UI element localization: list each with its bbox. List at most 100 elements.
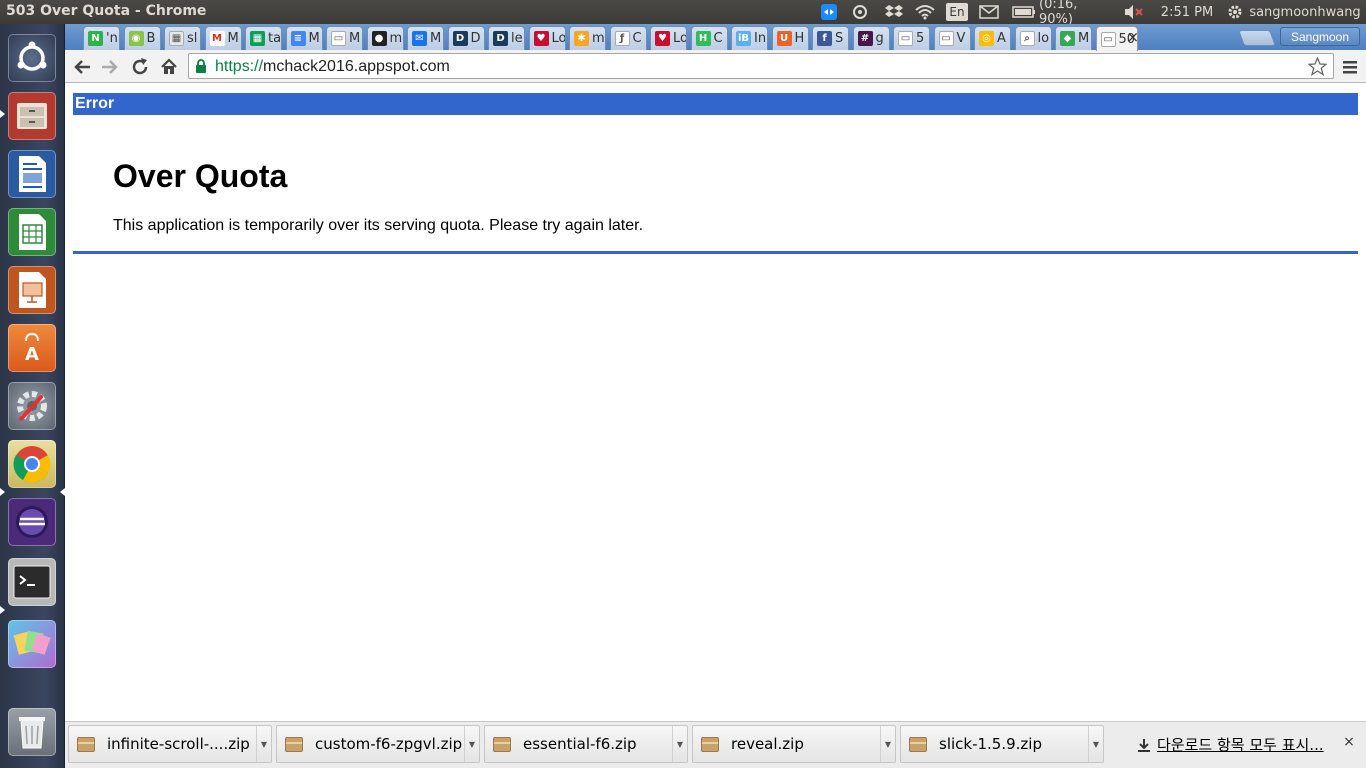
browser-tab[interactable]: ▭ M <box>326 26 363 50</box>
download-open-area[interactable]: slick-1.5.9.zip <box>901 726 1089 762</box>
reload-icon[interactable] <box>127 54 153 80</box>
clock[interactable]: 2:51 PM <box>1156 3 1218 21</box>
launcher-chrome-button[interactable] <box>6 438 58 490</box>
browser-tab[interactable]: ▭ V <box>933 26 971 50</box>
teamviewer-icon[interactable] <box>820 3 838 21</box>
browser-tab[interactable]: fS <box>812 26 849 50</box>
download-open-area[interactable]: reveal.zip <box>693 726 881 762</box>
browser-tab[interactable]: ✱ m <box>569 26 606 50</box>
forward-arrow-icon[interactable] <box>97 54 123 80</box>
browser-tab[interactable]: ▭ 5 <box>893 26 930 50</box>
download-menu-chevron-icon[interactable]: ▼ <box>672 726 687 762</box>
browser-tab[interactable]: ▦ sl <box>164 26 201 50</box>
url-text[interactable]: https://mchack2016.appspot.com <box>215 58 450 76</box>
tab-favicon-icon: M <box>209 31 225 46</box>
volume-muted-icon[interactable] <box>1122 3 1144 21</box>
browser-tab[interactable]: ♥ Lo <box>650 26 687 50</box>
home-icon[interactable] <box>156 54 182 80</box>
browser-tab[interactable]: DD <box>447 26 485 50</box>
tab-title: C <box>632 31 642 46</box>
keyboard-layout-indicator[interactable]: En <box>946 3 968 21</box>
download-filename: essential-f6.zip <box>523 735 637 753</box>
back-arrow-icon[interactable] <box>69 54 95 80</box>
tab-title: m <box>592 31 605 46</box>
close-icon[interactable]: × <box>1342 734 1356 750</box>
browser-tab[interactable]: ● m <box>366 26 404 50</box>
launcher-settings-button[interactable] <box>6 380 58 432</box>
launcher-calc-button[interactable] <box>6 206 58 258</box>
download-open-area[interactable]: essential-f6.zip <box>485 726 673 762</box>
download-open-area[interactable]: custom-f6-zpgvl.zip <box>277 726 465 762</box>
svg-text:A: A <box>25 344 39 365</box>
download-item[interactable]: slick-1.5.9.zip ▼ <box>900 725 1104 763</box>
browser-tab[interactable]: Dle <box>488 26 525 50</box>
launcher-dash-button[interactable] <box>6 32 58 84</box>
launcher-writer-button[interactable] <box>6 148 58 200</box>
launcher-trash-button[interactable] <box>6 706 58 758</box>
launcher-eclipse-button[interactable] <box>6 496 58 548</box>
launcher-impress-button[interactable] <box>6 264 58 316</box>
browser-tab[interactable]: ◆ M <box>1055 26 1092 50</box>
unity-launcher: A <box>0 24 65 768</box>
bookmark-star-icon[interactable] <box>1307 56 1328 80</box>
tab-favicon-icon: f <box>817 31 832 46</box>
browser-tab[interactable]: # g <box>852 26 890 50</box>
browser-tab[interactable]: UH <box>771 26 809 50</box>
browser-tab[interactable]: ≡ M <box>285 26 323 50</box>
browser-tab[interactable]: MM <box>204 26 242 50</box>
new-tab-button[interactable] <box>1238 30 1276 46</box>
browser-tab[interactable]: ⌕ lo <box>1014 26 1052 50</box>
launcher-pdf-shuffler-button[interactable] <box>6 618 58 670</box>
tab-title: In <box>754 31 767 46</box>
tab-title: ta <box>268 31 282 46</box>
mail-icon[interactable] <box>978 3 1000 21</box>
download-menu-chevron-icon[interactable]: ▼ <box>1088 726 1103 762</box>
browser-tab[interactable]: iB In <box>731 26 768 50</box>
launcher-software-center-button[interactable]: A <box>6 322 58 374</box>
tab-title: 5 <box>916 31 925 46</box>
launcher-terminal-button[interactable] <box>6 556 58 608</box>
download-item[interactable]: custom-f6-zpgvl.zip ▼ <box>276 725 480 763</box>
browser-tab[interactable]: ♥ Lo <box>528 26 566 50</box>
download-open-area[interactable]: infinite-scroll-....zip <box>69 726 257 762</box>
window-title: 503 Over Quota - Chrome <box>6 3 207 19</box>
show-all-downloads-label: 다운로드 항목 모두 표시... <box>1157 736 1324 754</box>
download-filename: slick-1.5.9.zip <box>939 735 1042 753</box>
download-menu-chevron-icon[interactable]: ▼ <box>464 726 479 762</box>
browser-tab[interactable]: ƒC <box>609 26 647 50</box>
chrome-menu-icon[interactable] <box>1337 54 1363 80</box>
tab-favicon-icon: ◉ <box>128 31 144 46</box>
session-gear-icon[interactable] <box>1225 3 1245 21</box>
url-host: mchack2016.appspot.com <box>263 58 450 75</box>
address-bar[interactable]: https://mchack2016.appspot.com <box>188 53 1334 79</box>
browser-tab[interactable]: ◎ A <box>974 26 1011 50</box>
url-scheme: https:// <box>215 58 264 75</box>
browser-tab[interactable]: N'n <box>83 26 120 50</box>
tab-favicon-icon: ▭ <box>331 31 346 46</box>
sync-icon[interactable] <box>851 3 869 21</box>
tab-close-icon[interactable]: × <box>1127 28 1140 46</box>
dropbox-icon[interactable] <box>884 3 904 21</box>
tab-favicon-icon: ◆ <box>1060 31 1075 46</box>
profile-button[interactable]: Sangmoon <box>1280 27 1360 46</box>
browser-tab[interactable]: ✉ M <box>407 26 444 50</box>
show-all-downloads-link[interactable]: 다운로드 항목 모두 표시... <box>1137 734 1324 755</box>
battery-icon[interactable] <box>1011 3 1037 21</box>
download-menu-chevron-icon[interactable]: ▼ <box>256 726 271 762</box>
browser-tab[interactable]: ▦ ta <box>245 26 282 50</box>
download-menu-chevron-icon[interactable]: ▼ <box>880 726 895 762</box>
tab-favicon-icon: # <box>857 31 873 46</box>
wifi-icon[interactable] <box>914 3 936 21</box>
username[interactable]: sangmoonhwang <box>1246 3 1364 21</box>
page-title: Over Quota <box>113 158 288 194</box>
download-item[interactable]: reveal.zip ▼ <box>692 725 896 763</box>
browser-tab[interactable]: ◉ B <box>123 26 161 50</box>
browser-tab[interactable]: HC <box>690 26 728 50</box>
launcher-files-button[interactable] <box>6 90 58 142</box>
download-item[interactable]: infinite-scroll-....zip ▼ <box>68 725 272 763</box>
download-item[interactable]: essential-f6.zip ▼ <box>484 725 688 763</box>
tab-title: le <box>511 31 523 46</box>
system-top-panel: 503 Over Quota - Chrome En (0:16, 90%) 2… <box>0 0 1366 27</box>
tab-title: Lo <box>673 31 687 46</box>
error-header-bar: Error <box>73 93 1358 115</box>
